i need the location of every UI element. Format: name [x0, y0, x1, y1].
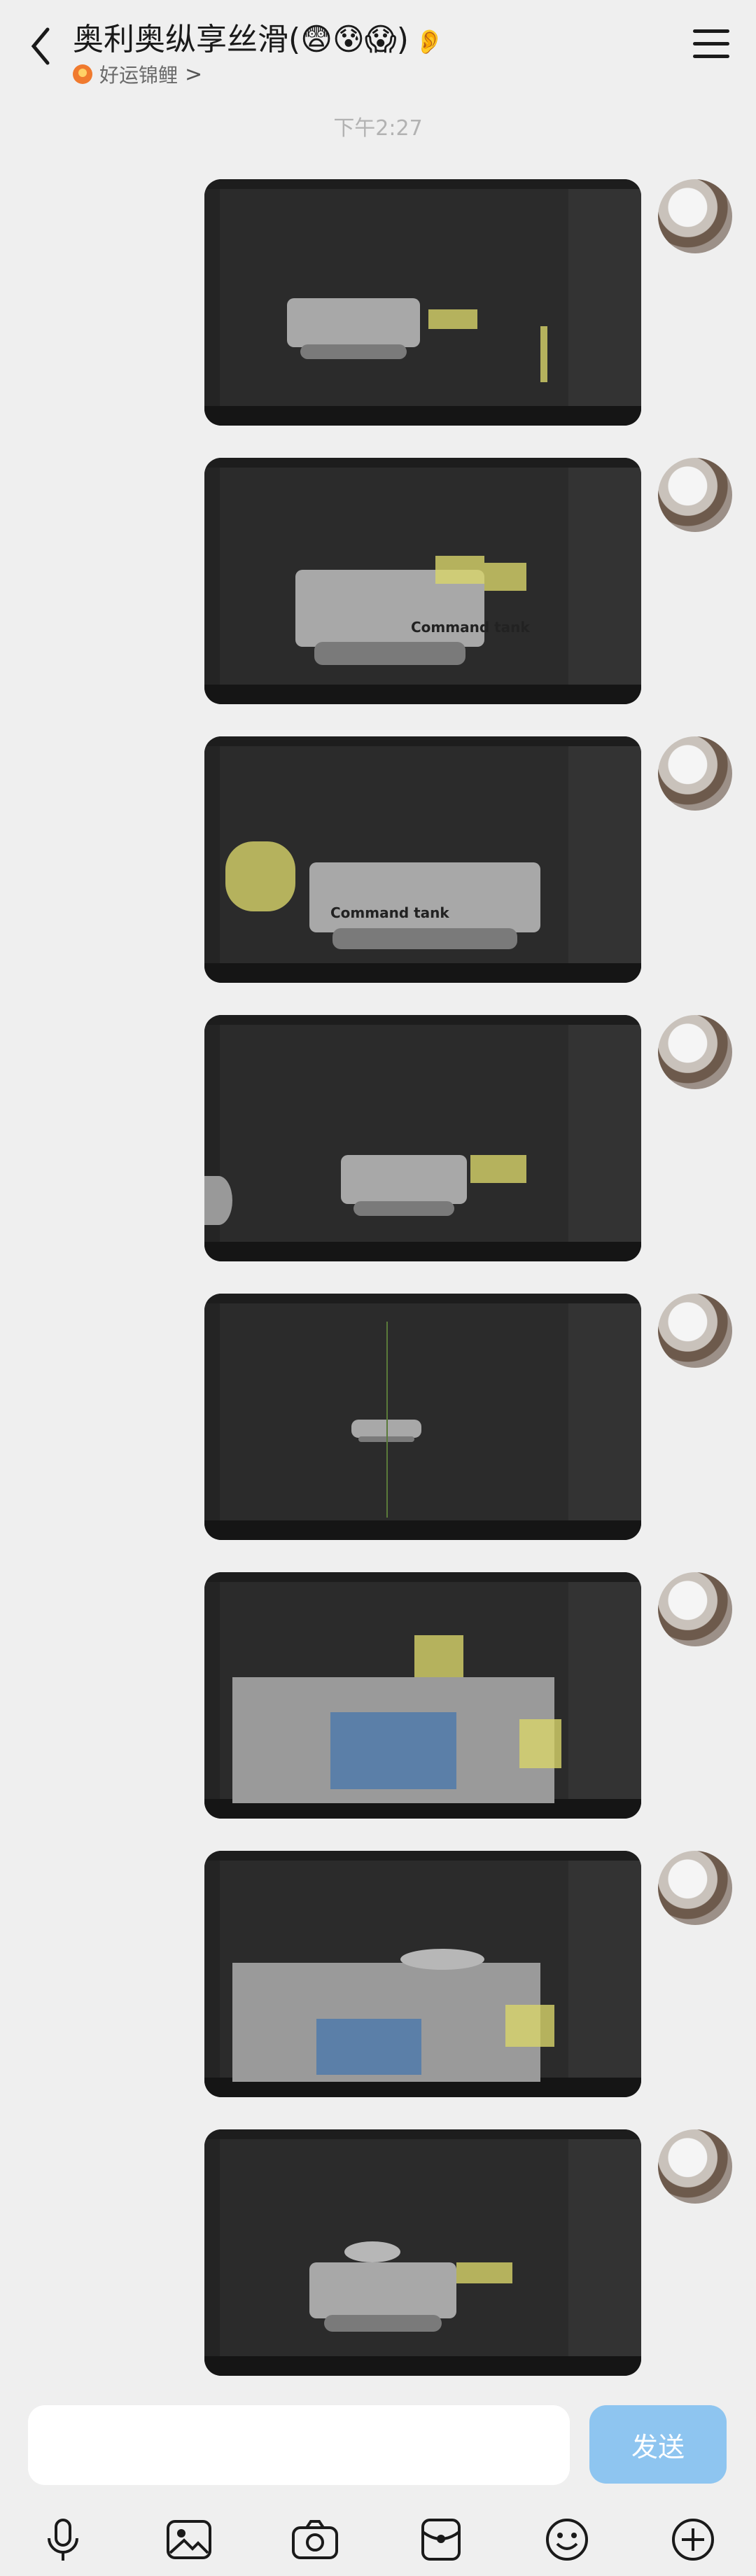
avatar[interactable]	[658, 2129, 732, 2204]
menu-icon[interactable]	[693, 29, 729, 60]
image-icon[interactable]	[161, 2512, 217, 2568]
avatar[interactable]	[658, 1572, 732, 1646]
tank-label: Command tank	[330, 904, 449, 921]
camera-icon[interactable]	[287, 2512, 343, 2568]
avatar[interactable]	[658, 179, 732, 253]
ear-icon[interactable]: 👂	[414, 28, 444, 56]
chat-header: 奥利奥纵享丝滑(😨😰😱) 👂 好运锦鲤 >	[0, 0, 756, 98]
image-message[interactable]	[204, 1851, 641, 2097]
chat-title: 奥利奥纵享丝滑(😨😰😱) 👂	[73, 22, 444, 57]
chat-subtitle[interactable]: 好运锦鲤 >	[73, 60, 202, 88]
avatar[interactable]	[658, 1294, 732, 1368]
avatar[interactable]	[658, 458, 732, 532]
red-packet-icon[interactable]	[413, 2512, 469, 2568]
message-timestamp: 下午2:27	[333, 116, 423, 141]
back-icon[interactable]	[27, 25, 55, 67]
subtitle-text: 好运锦鲤	[99, 64, 178, 87]
image-message[interactable]	[204, 2129, 641, 2376]
blender-screenshot	[204, 2129, 641, 2376]
image-message[interactable]	[204, 1572, 641, 1819]
blender-screenshot	[204, 179, 641, 426]
composer: 发送	[0, 2387, 756, 2576]
koi-icon	[73, 64, 92, 84]
image-message[interactable]: Command tank	[204, 458, 641, 704]
image-message[interactable]: Command tank	[204, 736, 641, 983]
message-input[interactable]	[28, 2405, 570, 2485]
blender-screenshot	[204, 1015, 641, 1261]
input-toolbar	[0, 2512, 756, 2568]
image-message[interactable]	[204, 1294, 641, 1540]
blender-screenshot	[204, 1572, 641, 1819]
send-button[interactable]: 发送	[589, 2405, 727, 2484]
chevron-right-icon: >	[185, 62, 203, 87]
blender-screenshot	[204, 1294, 641, 1540]
blender-screenshot	[204, 1851, 641, 2097]
tank-label: Command tank	[411, 619, 530, 636]
image-message[interactable]	[204, 1015, 641, 1261]
emoji-icon[interactable]	[539, 2512, 595, 2568]
plus-icon[interactable]	[665, 2512, 721, 2568]
avatar[interactable]	[658, 1015, 732, 1089]
avatar[interactable]	[658, 736, 732, 811]
mic-icon[interactable]	[35, 2512, 91, 2568]
blender-screenshot: Command tank	[204, 458, 641, 704]
image-message[interactable]	[204, 179, 641, 426]
avatar[interactable]	[658, 1851, 732, 1925]
blender-screenshot: Command tank	[204, 736, 641, 983]
